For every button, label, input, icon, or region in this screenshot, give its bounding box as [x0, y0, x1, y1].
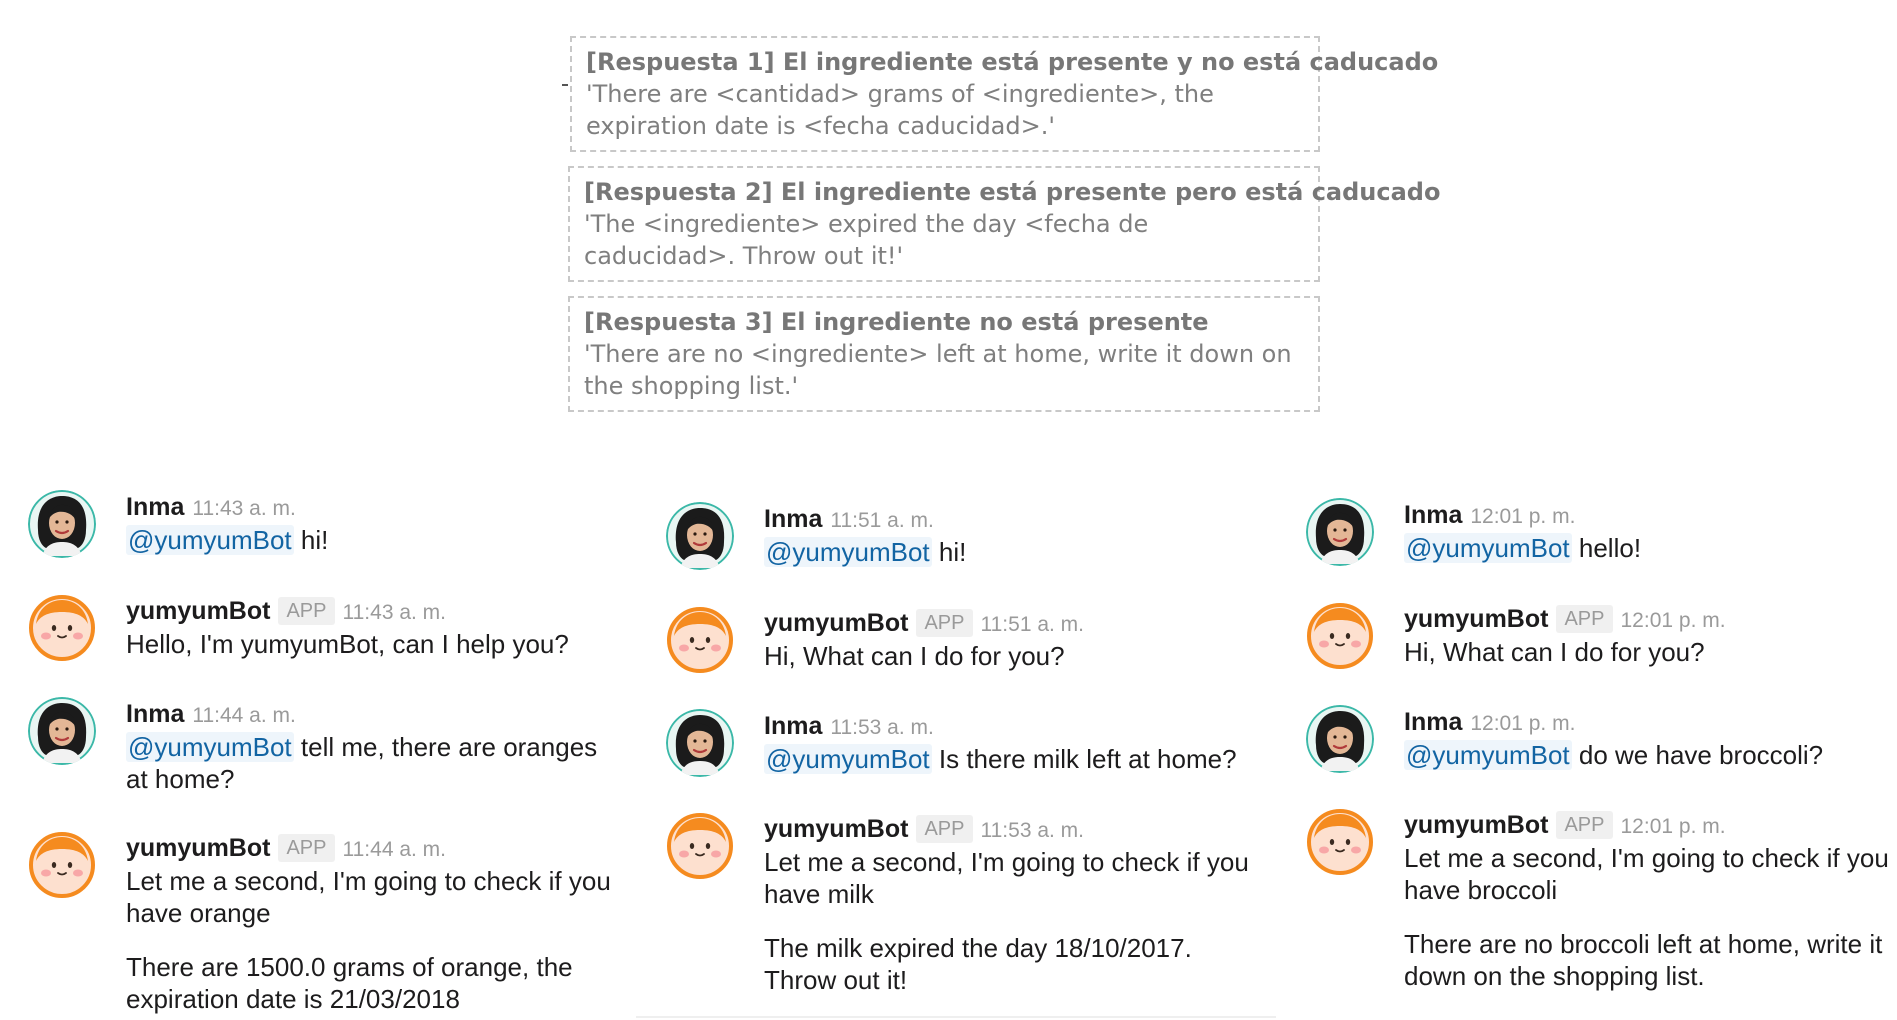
- message-time[interactable]: 11:51 a. m.: [981, 613, 1085, 636]
- mention-link[interactable]: @yumyumBot: [764, 537, 932, 567]
- response-box-1: [Respuesta 1] El ingrediente está presen…: [570, 36, 1439, 152]
- response-title: [Respuesta 1] El ingrediente está presen…: [586, 48, 1439, 76]
- message-text: Hi, What can I do for you?: [1404, 637, 1705, 667]
- message-paragraph: Let me a second, I'm going to check if y…: [1404, 843, 1889, 905]
- response-title: [Respuesta 3] El ingrediente no está pre…: [584, 308, 1209, 336]
- tick-mark: [562, 84, 568, 86]
- message-paragraph: Let me a second, I'm going to check if y…: [764, 847, 1249, 909]
- message-content: hi!: [293, 525, 329, 555]
- inma-avatar-icon[interactable]: [1306, 705, 1374, 773]
- message-paragraph: There are no broccoli left at home, writ…: [1404, 929, 1883, 991]
- sender-name[interactable]: Inma: [1404, 501, 1462, 529]
- message-time[interactable]: 11:44 a. m.: [343, 838, 447, 861]
- yumyumbot-avatar-icon[interactable]: [28, 831, 96, 899]
- response-title: [Respuesta 2] El ingrediente está presen…: [584, 178, 1441, 206]
- mention-link[interactable]: @yumyumBot: [126, 525, 294, 555]
- message-time[interactable]: 11:53 a. m.: [830, 716, 934, 739]
- message-time[interactable]: 12:01 p. m.: [1470, 712, 1575, 735]
- response-box-2: [Respuesta 2] El ingrediente está presen…: [568, 166, 1441, 282]
- mention-link[interactable]: @yumyumBot: [126, 732, 294, 762]
- message-paragraph: There are 1500.0 grams of orange, the ex…: [126, 952, 573, 1014]
- message-paragraph: Let me a second, I'm going to check if y…: [126, 866, 611, 928]
- sender-name[interactable]: Inma: [764, 712, 822, 740]
- message-text: @yumyumBot tell me, there are oranges at…: [126, 731, 626, 795]
- message-content: Is there milk left at home?: [931, 744, 1237, 774]
- app-badge: APP: [1556, 605, 1613, 633]
- sender-name[interactable]: Inma: [126, 493, 184, 521]
- inma-avatar-icon[interactable]: [666, 709, 734, 777]
- message-text: Hello, I'm yumyumBot, can I help you?: [126, 629, 569, 659]
- message-time[interactable]: 11:43 a. m.: [343, 601, 447, 624]
- yumyumbot-avatar-icon[interactable]: [28, 594, 96, 662]
- app-badge: APP: [916, 815, 973, 843]
- message-text: @yumyumBot Is there milk left at home?: [764, 743, 1264, 775]
- message-content: hi!: [931, 537, 967, 567]
- message-time[interactable]: 12:01 p. m.: [1621, 609, 1726, 632]
- response-text: 'The <ingrediente> expired the day <fech…: [584, 210, 1149, 270]
- message-text: Hi, What can I do for you?: [764, 641, 1065, 671]
- app-badge: APP: [278, 834, 335, 862]
- yumyumbot-avatar-icon[interactable]: [1306, 602, 1374, 670]
- divider: [636, 1016, 1276, 1018]
- inma-avatar-icon[interactable]: [666, 502, 734, 570]
- sender-name[interactable]: Inma: [1404, 708, 1462, 736]
- yumyumbot-avatar-icon[interactable]: [1306, 808, 1374, 876]
- message-time[interactable]: 11:53 a. m.: [981, 819, 1085, 842]
- response-box-3: [Respuesta 3] El ingrediente no está pre…: [568, 296, 1320, 412]
- sender-name[interactable]: yumyumBot: [1404, 605, 1548, 633]
- sender-name[interactable]: yumyumBot: [126, 597, 270, 625]
- sender-name[interactable]: Inma: [126, 700, 184, 728]
- mention-link[interactable]: @yumyumBot: [764, 744, 932, 774]
- message-content: do we have broccoli?: [1571, 740, 1824, 770]
- message-text: @yumyumBot hi!: [764, 536, 1264, 568]
- message-time[interactable]: 12:01 p. m.: [1470, 505, 1575, 528]
- inma-avatar-icon[interactable]: [28, 697, 96, 765]
- message-text: Let me a second, I'm going to check if y…: [126, 865, 626, 1015]
- app-badge: APP: [278, 597, 335, 625]
- sender-name[interactable]: yumyumBot: [126, 834, 270, 862]
- message-time[interactable]: 12:01 p. m.: [1621, 815, 1726, 838]
- message-text: @yumyumBot do we have broccoli?: [1404, 739, 1897, 771]
- app-badge: APP: [1556, 811, 1613, 839]
- yumyumbot-avatar-icon[interactable]: [666, 812, 734, 880]
- response-text: 'There are no <ingrediente> left at home…: [584, 340, 1292, 400]
- message-time[interactable]: 11:44 a. m.: [192, 704, 296, 727]
- sender-name[interactable]: yumyumBot: [1404, 811, 1548, 839]
- sender-name[interactable]: Inma: [764, 505, 822, 533]
- app-badge: APP: [916, 609, 973, 637]
- message-content: hello!: [1571, 533, 1642, 563]
- message-paragraph: The milk expired the day 18/10/2017. Thr…: [764, 933, 1192, 995]
- message-time[interactable]: 11:51 a. m.: [830, 509, 934, 532]
- message-time[interactable]: 11:43 a. m.: [192, 497, 296, 520]
- message-text: Let me a second, I'm going to check if y…: [1404, 842, 1897, 992]
- message-text: @yumyumBot hello!: [1404, 532, 1897, 564]
- inma-avatar-icon[interactable]: [28, 490, 96, 558]
- message-text: Let me a second, I'm going to check if y…: [764, 846, 1264, 996]
- response-text: 'There are <cantidad> grams of <ingredie…: [586, 80, 1214, 140]
- message-text: @yumyumBot hi!: [126, 524, 626, 556]
- yumyumbot-avatar-icon[interactable]: [666, 606, 734, 674]
- mention-link[interactable]: @yumyumBot: [1404, 740, 1572, 770]
- sender-name[interactable]: yumyumBot: [764, 609, 908, 637]
- sender-name[interactable]: yumyumBot: [764, 815, 908, 843]
- inma-avatar-icon[interactable]: [1306, 498, 1374, 566]
- mention-link[interactable]: @yumyumBot: [1404, 533, 1572, 563]
